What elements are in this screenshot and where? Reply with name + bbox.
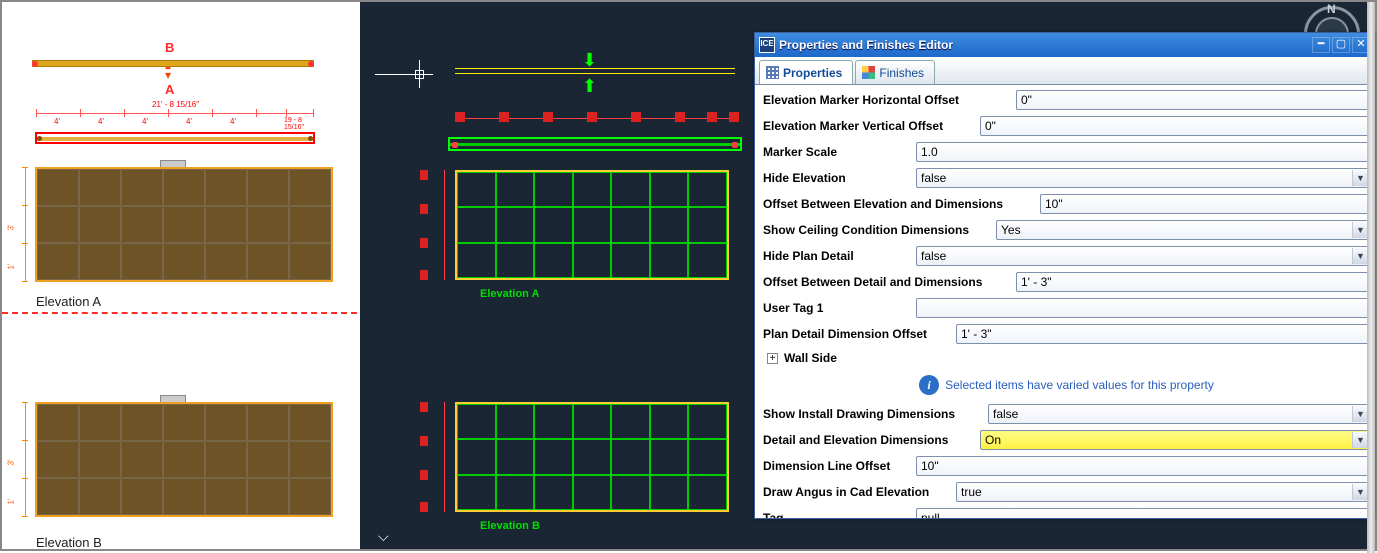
prop-label: User Tag 1 [763, 301, 916, 315]
right-resize-handle[interactable] [1367, 2, 1375, 553]
prop-label: Offset Between Elevation and Dimensions [763, 197, 1040, 211]
chevron-down-icon: ▼ [1352, 406, 1368, 422]
plan-beam [32, 60, 314, 67]
section-divider [2, 312, 357, 314]
compass-north-label: N [1327, 2, 1336, 16]
cad-elevation-b-dims[interactable] [420, 402, 450, 512]
cad-elevation-a-dims[interactable] [420, 170, 450, 280]
preview-panel: B A ▾ ▾ 21' - 8 15/16" 4' 4' 4' 4' 4' 19… [2, 2, 360, 549]
elevation-a-side-dims: 1' 3' [5, 167, 33, 282]
prop-label: Hide Plan Detail [763, 249, 916, 263]
cad-plan-row-selected[interactable] [448, 137, 742, 151]
prop-label: Hide Elevation [763, 171, 916, 185]
offset-elevation-dimensions-input[interactable] [1040, 194, 1370, 214]
app-icon: ICE [759, 37, 775, 53]
wall-side-group-label: Wall Side [784, 351, 837, 365]
prop-label: Tag [763, 511, 916, 518]
chevron-down-icon: ▼ [1352, 484, 1368, 500]
chevron-down-icon: ▼ [1352, 170, 1368, 186]
prop-label: Draw Angus in Cad Elevation [763, 485, 956, 499]
tab-properties[interactable]: Properties [759, 60, 853, 84]
ucs-icon [375, 60, 435, 90]
beam-node-right [308, 61, 314, 67]
maximize-button[interactable]: ▢ [1332, 37, 1350, 53]
marker-scale-input[interactable] [916, 142, 1370, 162]
cad-elevation-a-label: Elevation A [480, 288, 540, 300]
draw-angus-cad-elevation-select[interactable]: true▼ [956, 482, 1370, 502]
dimension-line-offset-input[interactable] [916, 456, 1370, 476]
beam-node-left [32, 61, 38, 67]
prop-label: Marker Scale [763, 145, 916, 159]
detail-elevation-dimensions-select[interactable]: On▼ [980, 430, 1370, 450]
window-titlebar[interactable]: ICE Properties and Finishes Editor ━ ▢ ✕ [755, 33, 1374, 57]
offset-detail-dimensions-input[interactable] [1016, 272, 1370, 292]
expand-button[interactable]: + [767, 353, 778, 364]
marker-b-label: B [165, 40, 174, 55]
varied-values-info: i Selected items have varied values for … [763, 369, 1370, 401]
hide-plan-detail-select[interactable]: false▼ [916, 246, 1370, 266]
prop-label: Show Install Drawing Dimensions [763, 407, 988, 421]
elevation-marker-horizontal-offset-input[interactable] [1016, 90, 1370, 110]
user-tag-1-input[interactable] [916, 298, 1370, 318]
tag-input[interactable] [916, 508, 1370, 518]
cad-dimension-line[interactable] [455, 112, 735, 130]
properties-panel[interactable]: Elevation Marker Horizontal Offset Eleva… [755, 85, 1374, 518]
cad-arrow-down-icon: ⬇ [582, 50, 597, 71]
elevation-b-grid[interactable] [35, 402, 333, 517]
prop-label: Dimension Line Offset [763, 459, 916, 473]
viewport-controls-caret-icon[interactable]: ⌵ [378, 528, 389, 545]
tab-label: Finishes [879, 66, 924, 80]
prop-label: Elevation Marker Vertical Offset [763, 119, 980, 133]
window-title: Properties and Finishes Editor [779, 38, 1310, 52]
chevron-down-icon: ▼ [1352, 432, 1368, 448]
prop-label: Offset Between Detail and Dimensions [763, 275, 1016, 289]
info-icon: i [919, 375, 939, 395]
cad-arrow-up-icon: ⬆ [582, 76, 597, 97]
show-ceiling-condition-select[interactable]: Yes▼ [996, 220, 1370, 240]
info-text: Selected items have varied values for th… [945, 378, 1214, 392]
tab-finishes[interactable]: Finishes [855, 60, 935, 84]
show-install-drawing-dimensions-select[interactable]: false▼ [988, 404, 1370, 424]
cad-elevation-a-grid[interactable] [455, 170, 729, 280]
tab-label: Properties [783, 66, 842, 80]
prop-label: Plan Detail Dimension Offset [763, 327, 956, 341]
prop-label: Show Ceiling Condition Dimensions [763, 223, 996, 237]
plan-row-selected[interactable] [35, 132, 315, 144]
cad-elevation-b-grid[interactable] [455, 402, 729, 512]
finishes-tab-icon [862, 66, 875, 79]
marker-a-label: A [165, 82, 174, 97]
elevation-b-label: Elevation B [36, 535, 102, 550]
minimize-button[interactable]: ━ [1312, 37, 1330, 53]
editor-tabstrip: Properties Finishes [755, 57, 1374, 85]
dim-text-top: 21' - 8 15/16" [152, 100, 199, 109]
prop-label: Detail and Elevation Dimensions [763, 433, 980, 447]
hide-elevation-select[interactable]: false▼ [916, 168, 1370, 188]
chevron-down-icon: ▼ [1352, 222, 1368, 238]
properties-editor-window: ICE Properties and Finishes Editor ━ ▢ ✕… [754, 32, 1375, 519]
properties-tab-icon [766, 66, 779, 79]
elevation-a-label: Elevation A [36, 294, 101, 309]
elevation-marker-vertical-offset-input[interactable] [980, 116, 1370, 136]
elevation-b-side-dims: 1' 3' [5, 402, 33, 517]
elevation-a-grid[interactable] [35, 167, 333, 282]
plan-detail-dimension-offset-input[interactable] [956, 324, 1370, 344]
cad-elevation-b-label: Elevation B [480, 520, 540, 532]
chevron-down-icon: ▼ [1352, 248, 1368, 264]
prop-label: Elevation Marker Horizontal Offset [763, 93, 1016, 107]
